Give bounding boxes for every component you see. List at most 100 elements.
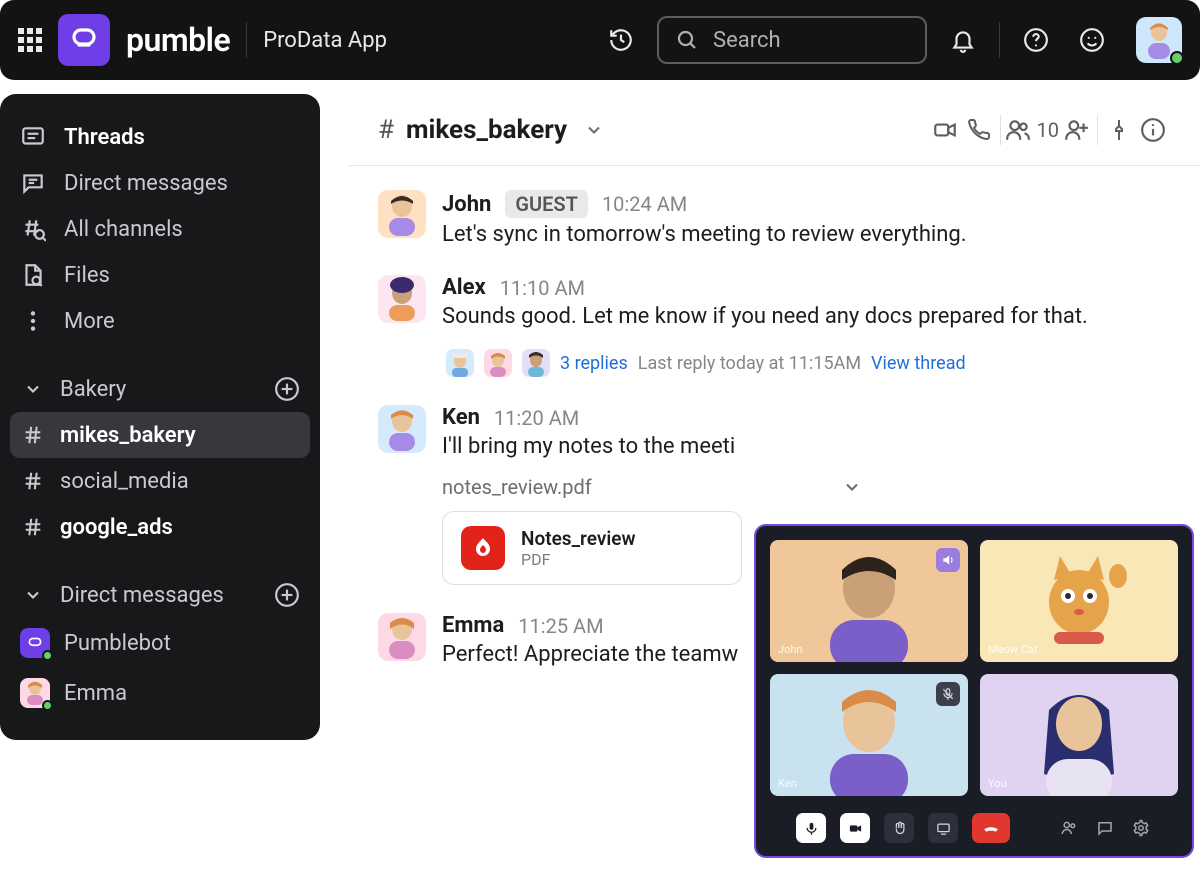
apps-menu-icon[interactable] bbox=[18, 28, 42, 52]
hash-icon bbox=[20, 422, 46, 448]
message[interactable]: John GUEST 10:24 AM Let's sync in tomorr… bbox=[358, 176, 1190, 261]
channel-social-media[interactable]: social_media bbox=[10, 458, 310, 504]
files-icon bbox=[20, 262, 46, 288]
last-reply-time: Last reply today at 11:15AM bbox=[638, 353, 861, 374]
hangup-button[interactable] bbox=[972, 813, 1010, 843]
avatar bbox=[378, 190, 426, 238]
history-icon[interactable] bbox=[601, 20, 641, 60]
notifications-icon[interactable] bbox=[943, 20, 983, 60]
reply-count: 3 replies bbox=[560, 353, 628, 374]
file-type: PDF bbox=[521, 550, 636, 569]
sidebar: Threads Direct messages All channels Fil… bbox=[0, 94, 320, 740]
hash-icon bbox=[20, 514, 46, 540]
settings-icon[interactable] bbox=[1130, 817, 1152, 839]
chevron-down-icon[interactable] bbox=[842, 477, 862, 497]
nav-more[interactable]: More bbox=[10, 298, 310, 344]
info-icon[interactable] bbox=[1136, 113, 1170, 147]
divider bbox=[1097, 115, 1098, 145]
pumblebot-avatar bbox=[20, 628, 50, 658]
message-text: Perfect! Appreciate the teamw bbox=[442, 642, 738, 667]
dm-emma[interactable]: Emma bbox=[10, 668, 310, 718]
thread-indicator[interactable]: 3 replies Last reply today at 11:15AM Vi… bbox=[446, 349, 1088, 377]
message-author: Ken bbox=[442, 405, 480, 430]
dm-pumblebot[interactable]: Pumblebot bbox=[10, 618, 310, 668]
channel-title[interactable]: # mikes_bakery bbox=[378, 115, 609, 145]
message-text: Sounds good. Let me know if you need any… bbox=[442, 304, 1088, 329]
call-tile-you[interactable]: You bbox=[980, 674, 1178, 796]
pin-icon[interactable] bbox=[1102, 113, 1136, 147]
chevron-down-icon bbox=[20, 376, 46, 402]
help-icon[interactable] bbox=[1016, 20, 1056, 60]
user-avatar[interactable] bbox=[1136, 17, 1182, 63]
call-tile-ken[interactable]: Ken bbox=[770, 674, 968, 796]
nav-all-channels[interactable]: All channels bbox=[10, 206, 310, 252]
pumble-logo-icon bbox=[58, 14, 110, 66]
call-grid: John Meow Cat Ken You bbox=[770, 540, 1178, 796]
mic-button[interactable] bbox=[796, 813, 826, 843]
chevron-down-icon[interactable] bbox=[579, 115, 609, 145]
pdf-icon bbox=[461, 526, 505, 570]
hash-icon: # bbox=[378, 115, 394, 145]
add-member-icon[interactable] bbox=[1059, 113, 1093, 147]
message-author: Alex bbox=[442, 275, 486, 300]
attachment-name: notes_review.pdf bbox=[442, 475, 592, 499]
divider bbox=[1000, 115, 1001, 145]
channel-google-ads[interactable]: google_ads bbox=[10, 504, 310, 550]
section-direct-messages[interactable]: Direct messages bbox=[10, 572, 310, 618]
view-thread-link[interactable]: View thread bbox=[871, 353, 966, 374]
workspace-name[interactable]: ProData App bbox=[263, 28, 387, 53]
channel-header: # mikes_bakery 10 bbox=[348, 95, 1200, 166]
top-bar: pumble ProData App Search bbox=[0, 0, 1200, 80]
presence-indicator bbox=[42, 700, 53, 711]
nav-files[interactable]: Files bbox=[10, 252, 310, 298]
brand-wordmark: pumble bbox=[126, 21, 230, 59]
people-icon bbox=[1005, 117, 1031, 143]
file-title: Notes_review bbox=[521, 527, 636, 550]
divider bbox=[246, 22, 247, 58]
guest-badge: GUEST bbox=[505, 190, 588, 218]
raise-hand-button[interactable] bbox=[884, 813, 914, 843]
avatar bbox=[378, 405, 426, 453]
presence-indicator bbox=[1170, 51, 1184, 65]
add-dm-icon[interactable] bbox=[274, 582, 300, 608]
dm-icon bbox=[20, 170, 46, 196]
add-channel-icon[interactable] bbox=[274, 376, 300, 402]
tile-name: Ken bbox=[778, 777, 797, 790]
file-attachment[interactable]: Notes_review PDF bbox=[442, 511, 742, 585]
nav-direct-messages[interactable]: Direct messages bbox=[10, 160, 310, 206]
video-call-icon[interactable] bbox=[928, 113, 962, 147]
reply-avatar bbox=[484, 349, 512, 377]
channel-mikes-bakery[interactable]: mikes_bakery bbox=[10, 412, 310, 458]
divider bbox=[999, 22, 1000, 58]
participants-icon[interactable] bbox=[1058, 817, 1080, 839]
chat-icon[interactable] bbox=[1094, 817, 1116, 839]
avatar bbox=[378, 613, 426, 661]
share-screen-button[interactable] bbox=[928, 813, 958, 843]
message-time: 11:20 AM bbox=[494, 406, 579, 430]
presence-indicator bbox=[42, 650, 53, 661]
avatar bbox=[378, 275, 426, 323]
message-author: John bbox=[442, 192, 491, 217]
nav-threads[interactable]: Threads bbox=[10, 114, 310, 160]
message[interactable]: Alex 11:10 AM Sounds good. Let me know i… bbox=[358, 261, 1190, 391]
call-tile-meow[interactable]: Meow Cat bbox=[980, 540, 1178, 662]
members-button[interactable]: 10 bbox=[1005, 117, 1059, 143]
tile-name: John bbox=[778, 643, 802, 656]
all-channels-icon bbox=[20, 216, 46, 242]
video-call-window[interactable]: John Meow Cat Ken You bbox=[754, 524, 1194, 858]
more-icon bbox=[20, 308, 46, 334]
call-tile-john[interactable]: John bbox=[770, 540, 968, 662]
audio-call-icon[interactable] bbox=[962, 113, 996, 147]
call-controls bbox=[770, 808, 1178, 848]
message-author: Emma bbox=[442, 613, 504, 638]
message-time: 10:24 AM bbox=[602, 192, 687, 216]
message-time: 11:10 AM bbox=[500, 276, 585, 300]
emma-avatar bbox=[20, 678, 50, 708]
camera-button[interactable] bbox=[840, 813, 870, 843]
reply-avatar bbox=[522, 349, 550, 377]
message-time: 11:25 AM bbox=[518, 614, 603, 638]
threads-icon bbox=[20, 124, 46, 150]
search-input[interactable]: Search bbox=[657, 16, 927, 64]
emoji-icon[interactable] bbox=[1072, 20, 1112, 60]
section-bakery[interactable]: Bakery bbox=[10, 366, 310, 412]
